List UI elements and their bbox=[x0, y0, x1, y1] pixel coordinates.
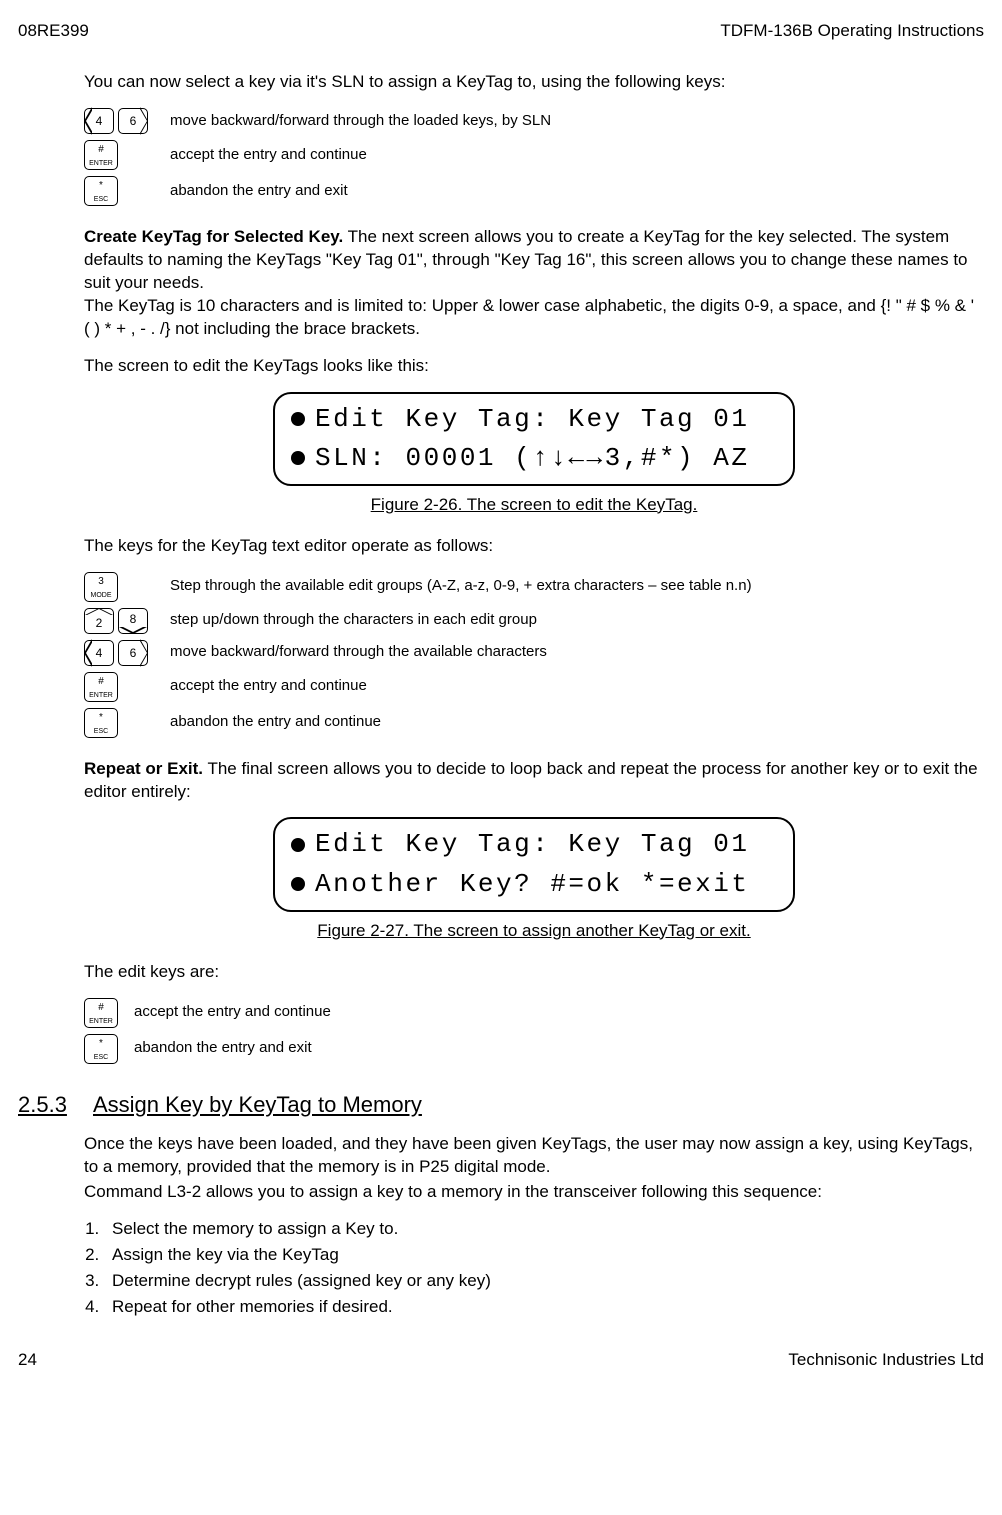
lcd-indicator-icon bbox=[291, 412, 305, 426]
lcd-screen-1: Edit Key Tag: Key Tag 01 SLN: 00001 (↑↓←… bbox=[273, 392, 795, 486]
table-row: 3 MODE Step through the available edit g… bbox=[84, 572, 984, 602]
section-heading: 2.5.3 Assign Key by KeyTag to Memory bbox=[84, 1090, 984, 1120]
screen-intro: The screen to edit the KeyTags looks lik… bbox=[84, 355, 984, 378]
key-description: move backward/forward through the loaded… bbox=[170, 111, 551, 131]
table-row: # ENTER accept the entry and continue bbox=[84, 672, 984, 702]
steps-list: Select the memory to assign a Key to. As… bbox=[104, 1218, 984, 1319]
subsection-body2: The KeyTag is 10 characters and is limit… bbox=[84, 296, 974, 338]
enter-key-icon: # ENTER bbox=[84, 998, 118, 1028]
subsection-title: Create KeyTag for Selected Key. bbox=[84, 227, 343, 246]
list-item: Determine decrypt rules (assigned key or… bbox=[104, 1270, 984, 1293]
lcd-screen-2: Edit Key Tag: Key Tag 01 Another Key? #=… bbox=[273, 817, 795, 911]
section-number: 2.5.3 bbox=[18, 1090, 73, 1120]
key-8-down-icon: 8 bbox=[118, 608, 148, 634]
key-description: step up/down through the characters in e… bbox=[170, 610, 537, 630]
lcd-text: Another Key? #=ok *=exit bbox=[315, 867, 749, 902]
key-description: accept the entry and continue bbox=[134, 1002, 331, 1022]
key-4-left-icon: 4 bbox=[84, 108, 114, 134]
figure-caption: Figure 2-27. The screen to assign anothe… bbox=[84, 920, 984, 943]
repeat-exit-section: Repeat or Exit. The final screen allows … bbox=[84, 758, 984, 804]
table-row: 4 6 move backward/forward through the av… bbox=[84, 640, 984, 666]
mode-key-icon: 3 MODE bbox=[84, 572, 118, 602]
header-left: 08RE399 bbox=[18, 20, 89, 43]
edit-keys-intro: The edit keys are: bbox=[84, 961, 984, 984]
key-description: Step through the available edit groups (… bbox=[170, 576, 752, 596]
list-item: Select the memory to assign a Key to. bbox=[104, 1218, 984, 1241]
enter-key-icon: # ENTER bbox=[84, 140, 118, 170]
key-6-right-icon: 6 bbox=[118, 640, 148, 666]
subsection-title: Repeat or Exit. bbox=[84, 759, 203, 778]
editor-keys-intro: The keys for the KeyTag text editor oper… bbox=[84, 535, 984, 558]
list-item: Assign the key via the KeyTag bbox=[104, 1244, 984, 1267]
subsection-body: The final screen allows you to decide to… bbox=[84, 759, 978, 801]
list-item: Repeat for other memories if desired. bbox=[104, 1296, 984, 1319]
lcd-text: Edit Key Tag: Key Tag 01 bbox=[315, 402, 749, 437]
section-para-2: Command L3-2 allows you to assign a key … bbox=[84, 1181, 984, 1204]
key-table-1: 4 6 move backward/forward through the lo… bbox=[84, 108, 984, 206]
lcd-line-1: Edit Key Tag: Key Tag 01 bbox=[275, 825, 793, 864]
table-row: * ESC abandon the entry and continue bbox=[84, 708, 984, 738]
intro-text: You can now select a key via it's SLN to… bbox=[84, 71, 984, 94]
section-para-1: Once the keys have been loaded, and they… bbox=[84, 1133, 984, 1179]
section-title: Assign Key by KeyTag to Memory bbox=[93, 1090, 422, 1120]
key-description: abandon the entry and exit bbox=[170, 181, 348, 201]
key-description: accept the entry and continue bbox=[170, 676, 367, 696]
lcd-indicator-icon bbox=[291, 877, 305, 891]
key-table-2: 3 MODE Step through the available edit g… bbox=[84, 572, 984, 738]
page-header: 08RE399 TDFM-136B Operating Instructions bbox=[18, 20, 984, 43]
key-table-3: # ENTER accept the entry and continue * … bbox=[84, 998, 984, 1064]
lcd-line-2: Another Key? #=ok *=exit bbox=[275, 865, 793, 904]
enter-key-icon: # ENTER bbox=[84, 672, 118, 702]
key-description: abandon the entry and continue bbox=[170, 712, 381, 732]
page-number: 24 bbox=[18, 1349, 37, 1372]
lcd-line-2: SLN: 00001 (↑↓←→3,#*) AZ bbox=[275, 439, 793, 478]
table-row: # ENTER accept the entry and continue bbox=[84, 140, 984, 170]
key-description: abandon the entry and exit bbox=[134, 1038, 312, 1058]
key-2-up-icon: 2 bbox=[84, 608, 114, 634]
lcd-line-1: Edit Key Tag: Key Tag 01 bbox=[275, 400, 793, 439]
lcd-text: SLN: 00001 (↑↓←→3,#*) AZ bbox=[315, 441, 749, 476]
table-row: 4 6 move backward/forward through the lo… bbox=[84, 108, 984, 134]
table-row: * ESC abandon the entry and exit bbox=[84, 1034, 984, 1064]
lcd-text: Edit Key Tag: Key Tag 01 bbox=[315, 827, 749, 862]
table-row: 2 8 step up/down through the characters … bbox=[84, 608, 984, 634]
key-description: accept the entry and continue bbox=[170, 145, 367, 165]
key-description: move backward/forward through the availa… bbox=[170, 642, 547, 662]
figure-caption: Figure 2-26. The screen to edit the KeyT… bbox=[84, 494, 984, 517]
lcd-indicator-icon bbox=[291, 451, 305, 465]
key-4-left-icon: 4 bbox=[84, 640, 114, 666]
esc-key-icon: * ESC bbox=[84, 1034, 118, 1064]
esc-key-icon: * ESC bbox=[84, 176, 118, 206]
lcd-indicator-icon bbox=[291, 838, 305, 852]
table-row: * ESC abandon the entry and exit bbox=[84, 176, 984, 206]
key-6-right-icon: 6 bbox=[118, 108, 148, 134]
header-right: TDFM-136B Operating Instructions bbox=[720, 20, 984, 43]
page-footer: 24 Technisonic Industries Ltd bbox=[18, 1349, 984, 1372]
esc-key-icon: * ESC bbox=[84, 708, 118, 738]
table-row: # ENTER accept the entry and continue bbox=[84, 998, 984, 1028]
create-keytag-section: Create KeyTag for Selected Key. The next… bbox=[84, 226, 984, 341]
footer-right: Technisonic Industries Ltd bbox=[788, 1349, 984, 1372]
